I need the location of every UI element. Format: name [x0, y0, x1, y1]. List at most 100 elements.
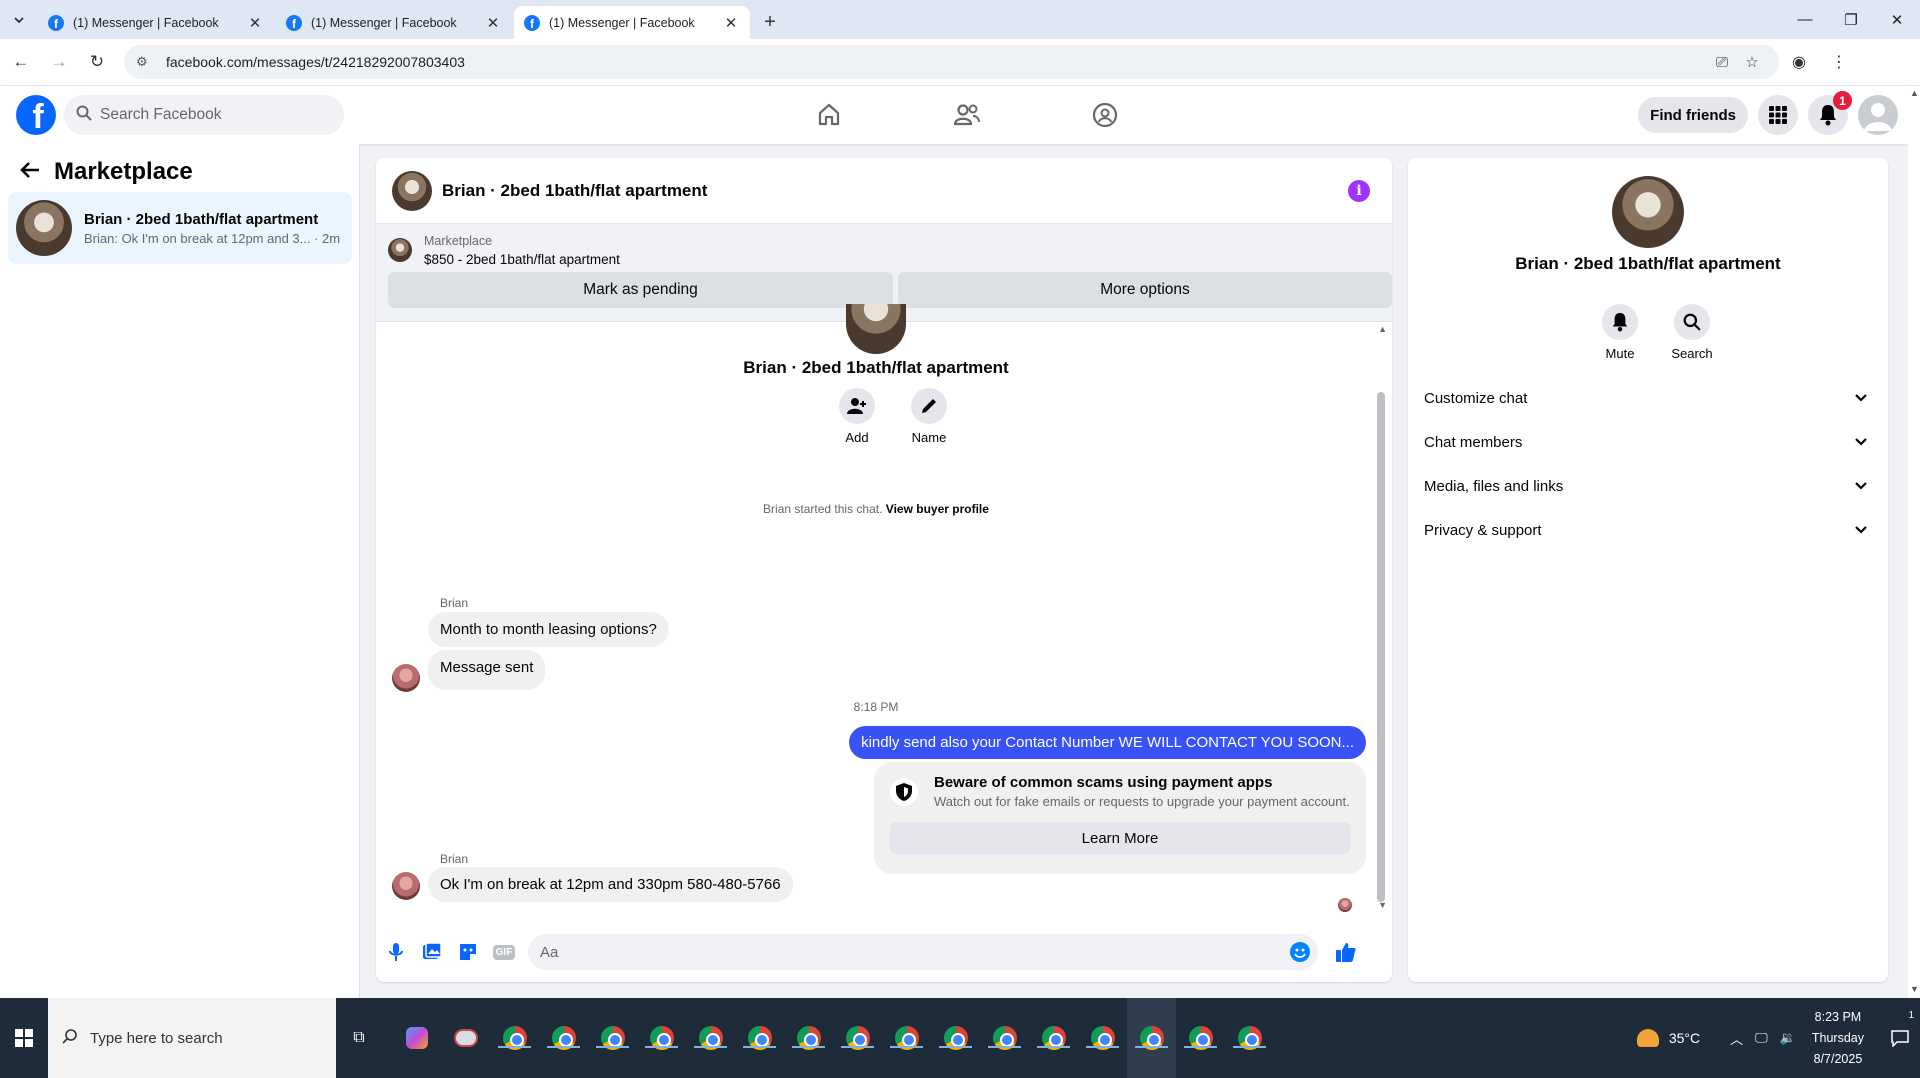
- search-label: Search: [1671, 346, 1713, 361]
- find-friends-button[interactable]: Find friends: [1638, 97, 1748, 133]
- windows-start-icon[interactable]: [0, 998, 48, 1078]
- listing-price-title[interactable]: $850 - 2bed 1bath/flat apartment: [424, 252, 620, 267]
- reload-icon[interactable]: ↻: [80, 45, 114, 79]
- menu-grid-icon[interactable]: [1758, 95, 1798, 135]
- sticker-icon[interactable]: [450, 934, 486, 970]
- message-input[interactable]: Aa: [528, 934, 1318, 970]
- facebook-search-input[interactable]: Search Facebook: [64, 95, 344, 135]
- outgoing-message[interactable]: kindly send also your Contact Number WE …: [849, 726, 1366, 759]
- taskbar-search-input[interactable]: Type here to search: [48, 998, 336, 1078]
- scroll-down-icon[interactable]: ▼: [1378, 900, 1387, 910]
- groups-icon[interactable]: [1036, 86, 1174, 144]
- address-bar[interactable]: ⚙ facebook.com/messages/t/24218292007803…: [124, 45, 1779, 79]
- conversation-list-item[interactable]: Brian · 2bed 1bath/flat apartment Brian:…: [8, 192, 352, 264]
- chat-avatar[interactable]: [392, 170, 432, 211]
- friends-icon[interactable]: [898, 86, 1036, 144]
- listing-thumbnail[interactable]: [388, 238, 412, 262]
- search-in-conversation-button[interactable]: Search: [1656, 304, 1728, 361]
- chrome-app-icon[interactable]: [833, 998, 882, 1078]
- home-icon[interactable]: [760, 86, 898, 144]
- chat-title[interactable]: Brian · 2bed 1bath/flat apartment: [442, 181, 707, 201]
- restore-icon[interactable]: ❐: [1828, 0, 1874, 39]
- browser-tab-1[interactable]: f (1) Messenger | Facebook ✕: [38, 6, 274, 39]
- incoming-message[interactable]: Ok I'm on break at 12pm and 330pm 580-48…: [428, 867, 793, 902]
- chrome-app-icon[interactable]: [1225, 998, 1274, 1078]
- chrome-app-icon[interactable]: [1029, 998, 1078, 1078]
- back-icon[interactable]: ←: [4, 45, 38, 79]
- customize-chat-section[interactable]: Customize chat: [1424, 376, 1880, 420]
- chrome-app-icon-active[interactable]: [1127, 998, 1176, 1078]
- page-scroll-down-icon[interactable]: ▼: [1910, 984, 1919, 994]
- details-avatar[interactable]: [1612, 176, 1684, 248]
- microphone-icon[interactable]: [378, 934, 414, 970]
- task-view-icon[interactable]: ⧉: [344, 998, 374, 1078]
- site-info-icon[interactable]: ⚙: [136, 54, 152, 70]
- chrome-app-icon[interactable]: [931, 998, 980, 1078]
- chrome-app-icon[interactable]: [686, 998, 735, 1078]
- chrome-app-icon[interactable]: [539, 998, 588, 1078]
- chrome-app-icon[interactable]: [735, 998, 784, 1078]
- chrome-app-icon[interactable]: [490, 998, 539, 1078]
- conversation-info-icon[interactable]: i: [1348, 180, 1370, 202]
- volume-icon[interactable]: 🔉: [1780, 1030, 1796, 1046]
- more-options-button[interactable]: More options: [898, 272, 1392, 308]
- minimize-icon[interactable]: —: [1782, 0, 1828, 39]
- close-tab-icon[interactable]: ✕: [722, 14, 740, 32]
- browser-tab-2[interactable]: f (1) Messenger | Facebook ✕: [276, 6, 512, 39]
- mute-button[interactable]: Mute: [1584, 304, 1656, 361]
- sender-name: Brian: [440, 596, 469, 610]
- search-icon: [76, 105, 92, 126]
- close-tab-icon[interactable]: ✕: [246, 14, 264, 32]
- sender-avatar[interactable]: [392, 872, 420, 900]
- new-tab-icon[interactable]: +: [752, 6, 788, 39]
- learn-more-button[interactable]: Learn More: [890, 822, 1350, 854]
- emoji-icon[interactable]: [1290, 942, 1310, 962]
- chat-members-section[interactable]: Chat members: [1424, 420, 1880, 464]
- chrome-app-icon[interactable]: [588, 998, 637, 1078]
- mark-as-pending-button[interactable]: Mark as pending: [388, 272, 893, 308]
- thread-scrollbar[interactable]: [1377, 392, 1385, 902]
- weather-app-icon[interactable]: [441, 998, 490, 1078]
- back-arrow-icon[interactable]: [20, 158, 40, 186]
- tab-search-chevron-icon[interactable]: [0, 0, 38, 39]
- thumbs-up-icon[interactable]: [1328, 934, 1364, 970]
- privacy-support-section[interactable]: Privacy & support: [1424, 508, 1880, 552]
- close-window-icon[interactable]: ✕: [1874, 0, 1920, 39]
- chrome-app-icon[interactable]: [1176, 998, 1225, 1078]
- browser-menu-icon[interactable]: ⋮: [1819, 52, 1859, 72]
- sender-avatar[interactable]: [392, 664, 420, 692]
- notification-center-icon[interactable]: 1: [1880, 1010, 1920, 1047]
- clock[interactable]: 8:23 PM Thursday 8/7/2025: [1812, 1007, 1864, 1070]
- weather-widget[interactable]: 35°C: [1636, 1029, 1700, 1047]
- media-files-links-section[interactable]: Media, files and links: [1424, 464, 1880, 508]
- forward-icon[interactable]: →: [42, 45, 76, 79]
- browser-tab-3-active[interactable]: f (1) Messenger | Facebook ✕: [514, 6, 750, 39]
- incoming-message[interactable]: Month to month leasing options?: [428, 612, 669, 647]
- view-buyer-profile-link[interactable]: View buyer profile: [886, 502, 989, 516]
- facebook-logo-icon[interactable]: f: [16, 95, 56, 135]
- gif-icon[interactable]: GIF: [486, 934, 522, 970]
- chrome-app-icon[interactable]: [980, 998, 1029, 1078]
- chrome-app-icon[interactable]: [784, 998, 833, 1078]
- scroll-up-icon[interactable]: ▲: [1378, 324, 1387, 334]
- copilot-app-icon[interactable]: [392, 998, 441, 1078]
- notifications-bell-icon[interactable]: 1: [1808, 91, 1852, 135]
- account-avatar[interactable]: [1858, 95, 1898, 135]
- page-scroll-up-icon[interactable]: ▲: [1910, 88, 1919, 98]
- chrome-app-icon[interactable]: [1078, 998, 1127, 1078]
- bell-icon: [1602, 304, 1638, 340]
- add-people-button[interactable]: Add: [821, 388, 893, 445]
- close-tab-icon[interactable]: ✕: [484, 14, 502, 32]
- profile-icon[interactable]: ◉: [1779, 52, 1819, 72]
- photo-icon[interactable]: [414, 934, 450, 970]
- tray-chevron-up-icon[interactable]: ︿: [1730, 1029, 1743, 1048]
- bookmark-star-icon[interactable]: ☆: [1737, 53, 1767, 71]
- incoming-message[interactable]: Message sent: [428, 650, 546, 690]
- name-chat-button[interactable]: Name: [893, 388, 965, 445]
- chrome-app-icon[interactable]: [882, 998, 931, 1078]
- network-icon[interactable]: 🖵: [1755, 1030, 1768, 1046]
- conversation-title: Brian · 2bed 1bath/flat apartment: [84, 210, 319, 228]
- install-app-icon[interactable]: ⎚: [1707, 54, 1737, 71]
- chrome-app-icon[interactable]: [637, 998, 686, 1078]
- page-scrollbar[interactable]: ▲ ▼: [1908, 86, 1920, 998]
